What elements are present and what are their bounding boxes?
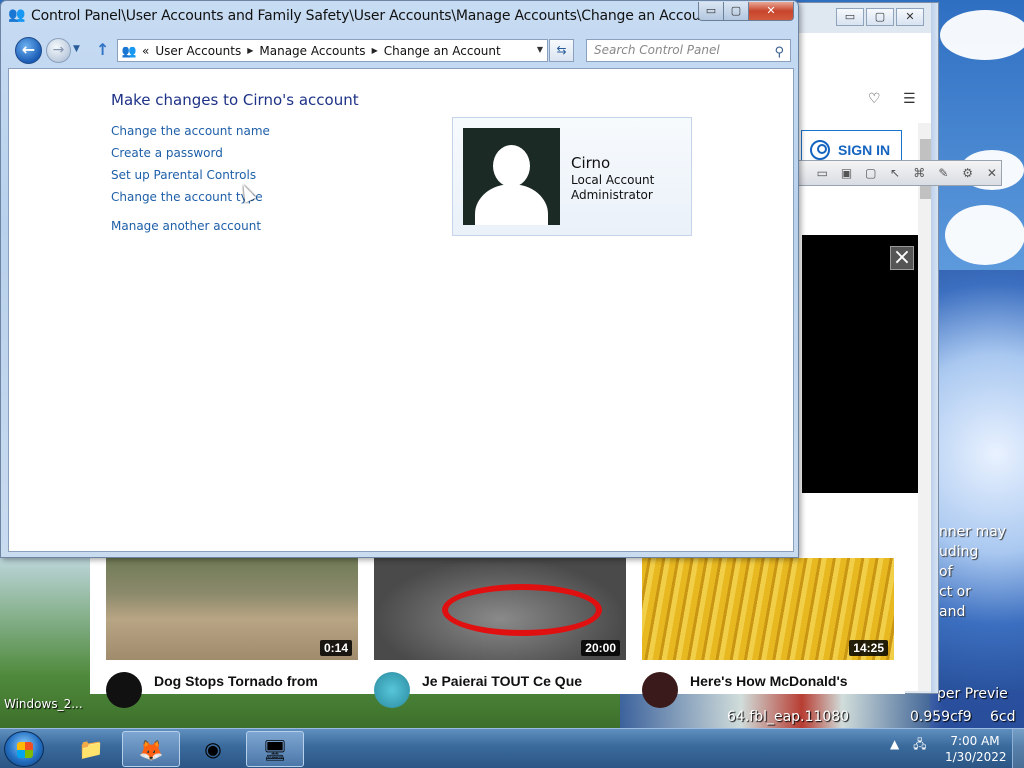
avatar-head: [493, 145, 530, 187]
search-placeholder: Search Control Panel: [594, 43, 720, 57]
side-text-line: nner may: [939, 524, 1007, 540]
tray-expand-icon[interactable]: ▲: [890, 737, 899, 751]
page-title: Make changes to Cirno's account: [111, 91, 359, 109]
refresh-button[interactable]: ⇆: [549, 39, 574, 62]
taskbar-tooltip: Windows_2...: [4, 697, 83, 711]
close-icon[interactable]: ✕: [983, 164, 1001, 182]
chevron-down-icon[interactable]: ▼: [537, 45, 543, 54]
breadcrumb-user-accounts[interactable]: User Accounts: [155, 44, 241, 58]
hierarchy-icon[interactable]: ⌘: [910, 164, 928, 182]
side-text-line: and: [939, 604, 966, 620]
up-arrow-icon[interactable]: ↑: [96, 40, 109, 59]
firefox-taskbar-icon[interactable]: 🦊: [122, 731, 180, 767]
breadcrumb-overflow[interactable]: «: [142, 44, 149, 58]
clock-time: 7:00 AM: [950, 734, 1000, 748]
sign-in-label: SIGN IN: [838, 142, 891, 158]
chevron-right-icon[interactable]: ▶: [247, 46, 253, 55]
clock[interactable]: 7:00 AM 1/30/2022: [945, 733, 1007, 765]
account-name: Cirno: [571, 154, 611, 172]
maximize-button[interactable]: ▢: [866, 8, 894, 26]
video-title[interactable]: Dog Stops Tornado from: [154, 673, 318, 689]
title-bar[interactable]: 👥 Control Panel\User Accounts and Family…: [1, 1, 798, 31]
system-tray[interactable]: ▲ 🖧: [890, 735, 926, 756]
forward-button[interactable]: →: [46, 38, 71, 63]
side-text-line: of: [939, 564, 953, 580]
clock-date: 1/30/2022: [945, 750, 1007, 764]
breadcrumb-manage-accounts[interactable]: Manage Accounts: [259, 44, 365, 58]
explorer-taskbar-icon[interactable]: 📁: [62, 731, 120, 767]
channel-avatar[interactable]: [374, 672, 410, 708]
user-accounts-icon: 👥: [121, 43, 137, 58]
window-title: Control Panel\User Accounts and Family S…: [31, 8, 715, 24]
control-panel-window[interactable]: 👥 Control Panel\User Accounts and Family…: [0, 0, 799, 558]
video-player[interactable]: ×: [802, 235, 918, 493]
video-duration: 0:14: [319, 640, 352, 656]
desktop-watermark: per Previe: [937, 686, 1008, 702]
recent-pages-dropdown[interactable]: ▼: [73, 44, 80, 54]
cloud: [940, 10, 1024, 60]
chrome-taskbar-icon[interactable]: ◉: [184, 731, 242, 767]
browser-toolbar: ♡ ☰: [868, 91, 916, 107]
pocket-icon[interactable]: ♡: [868, 91, 881, 107]
side-text-line: uding: [939, 544, 979, 560]
account-role: Administrator: [571, 188, 653, 202]
desktop-watermark: 6cd: [990, 709, 1016, 725]
red-circle: [442, 584, 602, 636]
desktop-watermark: 0.959cf9: [910, 709, 972, 725]
video-thumbnail[interactable]: 14:25: [642, 558, 894, 660]
breadcrumb-change-account[interactable]: Change an Account: [384, 44, 501, 58]
control-panel-taskbar-icon[interactable]: 🖥: [246, 731, 304, 767]
user-accounts-icon: 👥: [8, 7, 26, 23]
parental-controls-link[interactable]: Set up Parental Controls: [111, 168, 256, 182]
channel-avatar[interactable]: [642, 672, 678, 708]
search-icon[interactable]: ⚲: [774, 42, 784, 63]
window-frame: [931, 3, 938, 693]
user-avatar-icon: [463, 128, 560, 225]
address-bar[interactable]: 👥 « User Accounts ▶ Manage Accounts ▶ Ch…: [117, 39, 548, 62]
channel-avatar[interactable]: [106, 672, 142, 708]
account-tile: Cirno Local Account Administrator: [452, 117, 692, 236]
manage-another-account-link[interactable]: Manage another account: [111, 219, 261, 233]
video-title[interactable]: Here's How McDonald's: [690, 673, 848, 689]
taskbar: 📁 🦊 ◉ 🖥 ▲ 🖧 7:00 AM 1/30/2022: [0, 728, 1024, 768]
minimize-button[interactable]: ▭: [698, 2, 724, 21]
search-input[interactable]: Search Control Panel ⚲: [586, 39, 791, 62]
video-title[interactable]: Je Paierai TOUT Ce Que: [422, 673, 582, 689]
cursor-capture-icon[interactable]: ↖: [886, 164, 904, 182]
screen-capture-icon[interactable]: ▢: [862, 164, 880, 182]
create-password-link[interactable]: Create a password: [111, 146, 223, 160]
change-account-name-link[interactable]: Change the account name: [111, 124, 270, 138]
maximize-button[interactable]: ▢: [723, 2, 749, 21]
video-thumbnail[interactable]: 20:00: [374, 558, 626, 660]
video-thumbnail[interactable]: 0:14: [106, 558, 358, 660]
menu-icon[interactable]: ☰: [903, 91, 916, 107]
close-button[interactable]: ✕: [748, 2, 794, 21]
windows-logo-icon: [17, 742, 33, 758]
video-duration: 14:25: [849, 640, 888, 656]
minimize-button[interactable]: ▭: [836, 8, 864, 26]
pen-icon[interactable]: ✎: [934, 164, 952, 182]
start-button[interactable]: [4, 731, 44, 767]
avatar-body: [475, 184, 548, 225]
content-pane: Make changes to Cirno's account Change t…: [8, 68, 794, 552]
network-icon[interactable]: 🖧: [913, 737, 926, 751]
video-duration: 20:00: [581, 640, 620, 656]
capture-toolbar[interactable]: ⋮ ▭ ▣ ▢ ↖ ⌘ ✎ ⚙ ✕: [784, 160, 1002, 186]
side-text-line: ct or: [939, 584, 971, 600]
anime-artwork: [930, 270, 1024, 730]
close-icon[interactable]: ×: [890, 246, 914, 270]
chevron-right-icon[interactable]: ▶: [372, 46, 378, 55]
gear-icon[interactable]: ⚙: [959, 164, 977, 182]
show-desktop-button[interactable]: [1012, 729, 1024, 768]
window-capture-icon[interactable]: ▭: [813, 164, 831, 182]
account-type: Local Account: [571, 173, 655, 187]
side-text: nner may uding of ct or and: [939, 522, 1006, 622]
region-capture-icon[interactable]: ▣: [837, 164, 855, 182]
back-button[interactable]: ←: [15, 37, 42, 64]
close-button[interactable]: ✕: [896, 8, 924, 26]
account-icon: [810, 140, 830, 160]
desktop-watermark: 64.fbl_eap.11080: [727, 709, 850, 725]
cloud: [945, 205, 1024, 265]
